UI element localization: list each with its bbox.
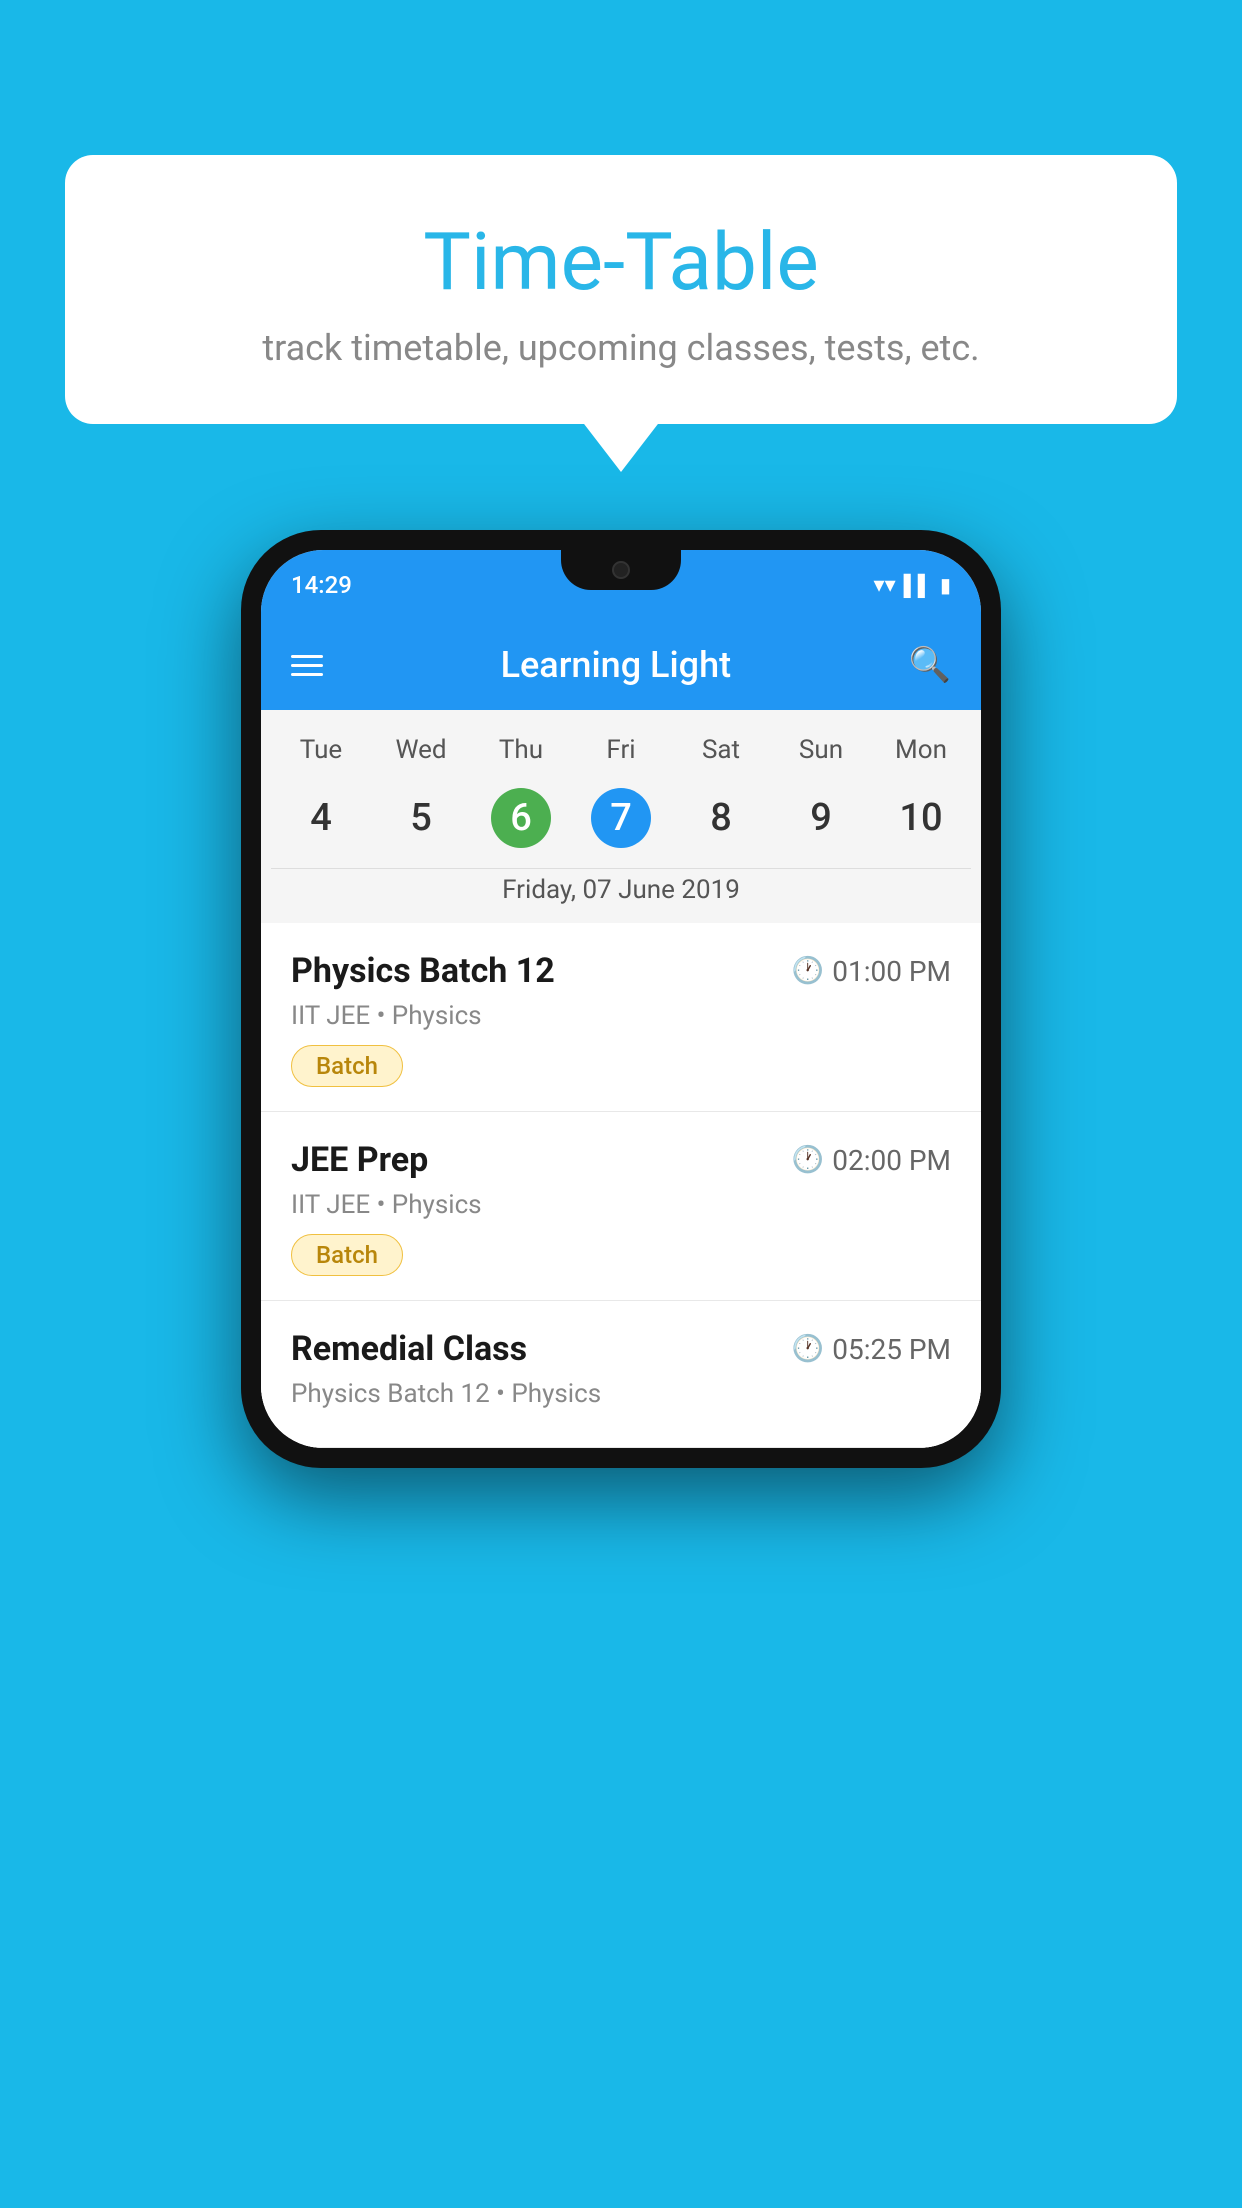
signal-icon: ▌▌ <box>904 573 932 598</box>
date-5[interactable]: 5 <box>371 780 471 856</box>
class-meta-1: IIT JEE • Physics <box>291 1001 951 1031</box>
camera <box>612 561 630 579</box>
phone-frame: 14:29 ▾▾ ▌▌ ▮ Learning Light 🔍 <box>241 530 1001 1468</box>
date-8[interactable]: 8 <box>671 780 771 856</box>
class-meta-2: IIT JEE • Physics <box>291 1190 951 1220</box>
day-label-mon: Mon <box>871 730 971 770</box>
day-label-sun: Sun <box>771 730 871 770</box>
class-time-3: 🕐 05:25 PM <box>792 1333 951 1366</box>
batch-badge-1: Batch <box>291 1045 403 1087</box>
class-meta-3: Physics Batch 12 • Physics <box>291 1379 951 1409</box>
class-name-3: Remedial Class <box>291 1329 527 1369</box>
class-name-1: Physics Batch 12 <box>291 951 555 991</box>
clock-icon-3: 🕐 <box>792 1334 824 1364</box>
class-time-1: 🕐 01:00 PM <box>792 955 951 988</box>
selected-date: Friday, 07 June 2019 <box>271 868 971 923</box>
class-item-1[interactable]: Physics Batch 12 🕐 01:00 PM IIT JEE • Ph… <box>261 923 981 1112</box>
day-numbers: 4 5 6 7 8 9 10 <box>271 780 971 856</box>
phone-container: 14:29 ▾▾ ▌▌ ▮ Learning Light 🔍 <box>241 530 1001 1468</box>
app-title: Learning Light <box>353 644 879 686</box>
clock-icon-2: 🕐 <box>792 1145 824 1175</box>
class-header-3: Remedial Class 🕐 05:25 PM <box>291 1329 951 1369</box>
date-7[interactable]: 7 <box>571 780 671 856</box>
phone-screen: 14:29 ▾▾ ▌▌ ▮ Learning Light 🔍 <box>261 550 981 1448</box>
wifi-icon: ▾▾ <box>874 573 896 598</box>
day-label-thu: Thu <box>471 730 571 770</box>
date-9[interactable]: 9 <box>771 780 871 856</box>
date-4[interactable]: 4 <box>271 780 371 856</box>
day-label-wed: Wed <box>371 730 471 770</box>
classes-list: Physics Batch 12 🕐 01:00 PM IIT JEE • Ph… <box>261 923 981 1448</box>
day-label-tue: Tue <box>271 730 371 770</box>
class-name-2: JEE Prep <box>291 1140 428 1180</box>
calendar-header: Tue Wed Thu Fri Sat Sun Mon 4 5 6 7 8 9 … <box>261 710 981 923</box>
menu-icon[interactable] <box>291 655 323 676</box>
day-label-fri: Fri <box>571 730 671 770</box>
battery-icon: ▮ <box>940 573 951 597</box>
bubble-title: Time-Table <box>115 215 1127 309</box>
class-header-1: Physics Batch 12 🕐 01:00 PM <box>291 951 951 991</box>
notch <box>561 550 681 590</box>
app-bar: Learning Light 🔍 <box>261 620 981 710</box>
class-item-3[interactable]: Remedial Class 🕐 05:25 PM Physics Batch … <box>261 1301 981 1448</box>
status-time: 14:29 <box>291 571 352 599</box>
status-bar: 14:29 ▾▾ ▌▌ ▮ <box>261 550 981 620</box>
status-icons: ▾▾ ▌▌ ▮ <box>874 573 951 598</box>
class-time-2: 🕐 02:00 PM <box>792 1144 951 1177</box>
class-header-2: JEE Prep 🕐 02:00 PM <box>291 1140 951 1180</box>
date-10[interactable]: 10 <box>871 780 971 856</box>
clock-icon-1: 🕐 <box>792 956 824 986</box>
bubble-subtitle: track timetable, upcoming classes, tests… <box>115 327 1127 369</box>
date-6[interactable]: 6 <box>471 780 571 856</box>
class-item-2[interactable]: JEE Prep 🕐 02:00 PM IIT JEE • Physics Ba… <box>261 1112 981 1301</box>
day-labels: Tue Wed Thu Fri Sat Sun Mon <box>271 730 971 770</box>
batch-badge-2: Batch <box>291 1234 403 1276</box>
day-label-sat: Sat <box>671 730 771 770</box>
search-icon[interactable]: 🔍 <box>909 645 951 685</box>
speech-bubble: Time-Table track timetable, upcoming cla… <box>65 155 1177 424</box>
